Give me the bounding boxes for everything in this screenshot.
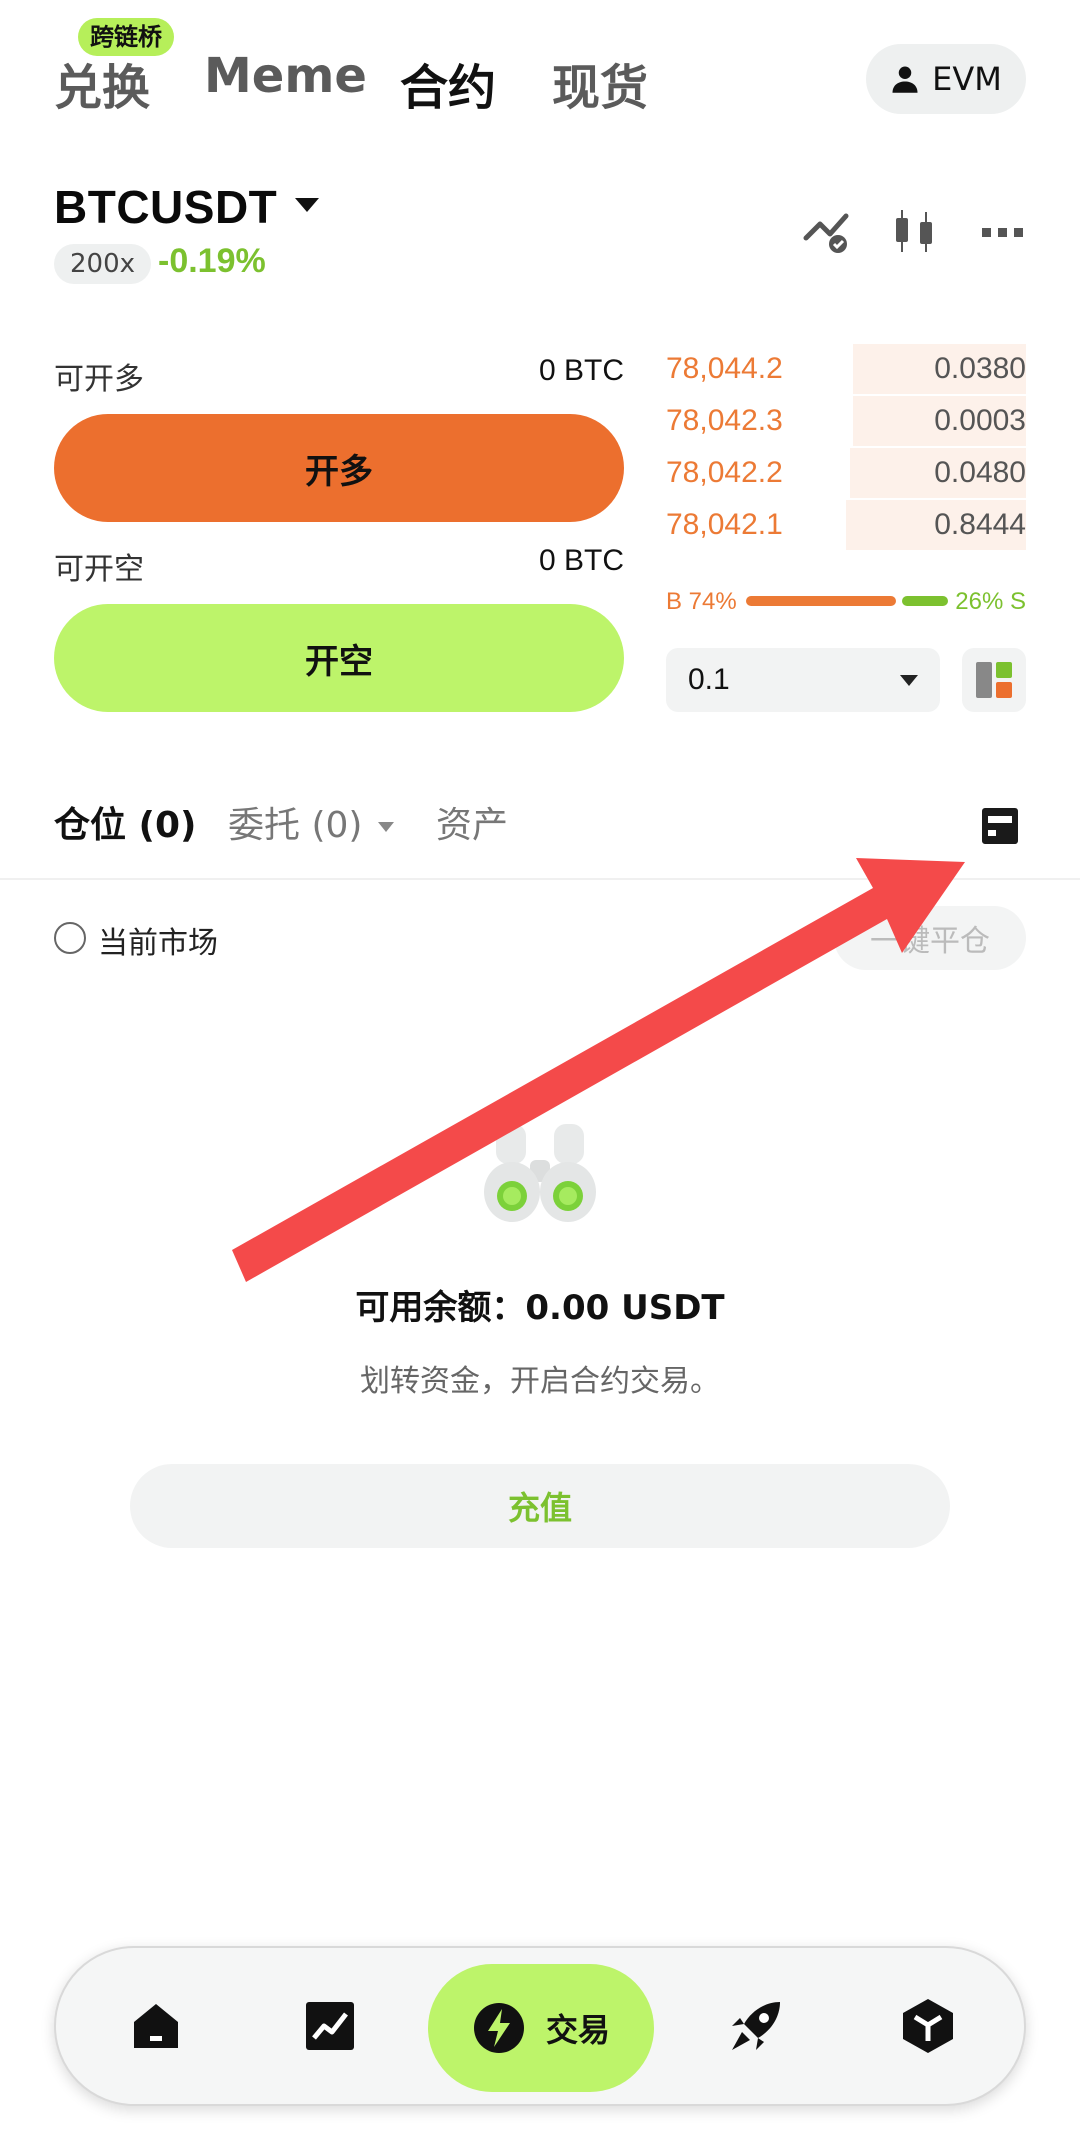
nav-wallet[interactable] — [878, 1976, 978, 2076]
long-available-label: 可开多 — [54, 362, 144, 397]
nav-market[interactable] — [280, 1976, 380, 2076]
ask-price: 78,042.1 — [666, 508, 783, 541]
orderbook-ask-row[interactable]: 78,044.2 0.0380 — [666, 344, 1026, 394]
ask-quantity: 0.8444 — [934, 508, 1026, 541]
panel-toggle-icon[interactable] — [980, 806, 1020, 846]
orderbook-ask-row[interactable]: 78,042.1 0.8444 — [666, 500, 1026, 550]
divider — [0, 878, 1080, 880]
bottom-nav: 交易 — [54, 1946, 1026, 2106]
chevron-down-icon — [377, 822, 394, 832]
orderbook-ask-row[interactable]: 78,042.3 0.0003 — [666, 396, 1026, 446]
account-label: EVM — [932, 60, 1002, 98]
tab-futures[interactable]: 合约 — [400, 48, 496, 118]
rocket-icon — [732, 2002, 780, 2050]
tab-orders-label: 委托 (0) — [228, 805, 363, 846]
precision-value: 0.1 — [688, 663, 730, 696]
close-all-button[interactable]: 一键平仓 — [834, 906, 1026, 970]
balance-hint: 划转资金，开启合约交易。 — [360, 1364, 720, 1399]
tab-meme[interactable]: Meme — [204, 48, 367, 104]
current-market-radio[interactable] — [54, 922, 86, 954]
chevron-down-icon — [900, 674, 918, 686]
market-chart-icon — [306, 2002, 354, 2050]
open-long-button[interactable]: 开多 — [54, 414, 624, 522]
available-balance: 可用余额：0.00 USDT — [355, 1288, 725, 1328]
candlestick-icon[interactable] — [888, 204, 942, 258]
binoculars-icon — [484, 1124, 596, 1222]
ask-price: 78,042.2 — [666, 456, 783, 489]
more-icon[interactable] — [976, 204, 1030, 258]
tab-assets[interactable]: 资产 — [436, 796, 508, 848]
price-change: -0.19% — [158, 242, 266, 280]
short-available-value: 0 BTC — [538, 544, 624, 577]
nav-trade[interactable]: 交易 — [428, 1964, 654, 2092]
buy-ratio-bar — [746, 596, 896, 606]
ask-quantity: 0.0480 — [934, 456, 1026, 489]
long-available-value: 0 BTC — [538, 354, 624, 387]
annotation-arrow — [232, 858, 965, 1282]
sell-ratio: 26% S — [955, 588, 1026, 615]
tab-spot[interactable]: 现货 — [552, 48, 648, 118]
caret-down-icon[interactable] — [295, 198, 319, 212]
home-icon — [134, 2004, 178, 2048]
sell-ratio-bar — [902, 596, 948, 606]
nav-launch[interactable] — [706, 1976, 806, 2076]
layout-icon — [976, 662, 1012, 698]
trade-bolt-icon — [473, 2003, 524, 2053]
wallet-cube-icon — [903, 1999, 953, 2053]
ask-price: 78,044.2 — [666, 352, 783, 385]
deposit-button[interactable]: 充值 — [130, 1464, 950, 1548]
leverage-badge[interactable]: 200x — [54, 244, 152, 284]
long-available-row: 可开多 0 BTC — [54, 354, 624, 398]
open-short-button[interactable]: 开空 — [54, 604, 624, 712]
current-market-label[interactable]: 当前市场 — [98, 918, 218, 962]
precision-select[interactable]: 0.1 — [666, 648, 940, 712]
account-button[interactable]: EVM — [866, 44, 1026, 114]
orderbook-layout-button[interactable] — [962, 648, 1026, 712]
ask-quantity: 0.0380 — [934, 352, 1026, 385]
tab-positions[interactable]: 仓位 (0) — [54, 796, 197, 848]
nav-home[interactable] — [106, 1976, 206, 2076]
user-icon — [892, 66, 918, 93]
ask-price: 78,042.3 — [666, 404, 783, 437]
tab-swap[interactable]: 兑换 — [54, 48, 150, 118]
tab-orders[interactable]: 委托 (0) — [228, 796, 394, 848]
orderbook-ask-row[interactable]: 78,042.2 0.0480 — [666, 448, 1026, 498]
symbol-selector[interactable]: BTCUSDT — [54, 180, 277, 234]
short-available-row: 可开空 0 BTC — [54, 544, 624, 588]
buy-ratio: B 74% — [666, 588, 737, 615]
ask-quantity: 0.0003 — [934, 404, 1026, 437]
nav-trade-label: 交易 — [545, 2011, 610, 2049]
short-available-label: 可开空 — [54, 552, 144, 587]
chart-share-icon[interactable] — [800, 204, 854, 258]
